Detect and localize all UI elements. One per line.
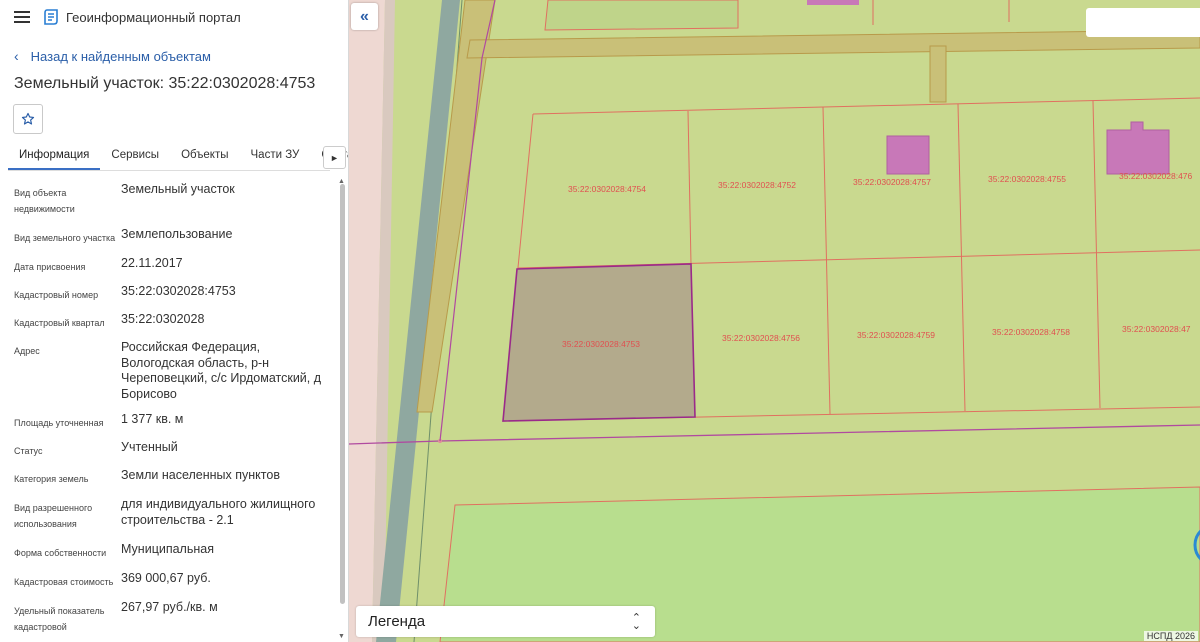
plot-label: 35:22:0302028:4758 bbox=[992, 327, 1070, 337]
info-row: Вид разрешенного использования для индив… bbox=[14, 497, 334, 532]
collapse-panel-button[interactable]: « bbox=[351, 3, 378, 30]
plot-label: 35:22:0302028:4753 bbox=[562, 339, 640, 349]
info-value: 22.11.2017 bbox=[121, 256, 183, 270]
plot-label: 35:22:0302028:476 bbox=[1119, 171, 1193, 181]
plot-label: 35:22:0302028:4755 bbox=[988, 174, 1066, 184]
info-value: 1 377 кв. м bbox=[121, 412, 184, 426]
info-value: Земли населенных пунктов bbox=[121, 468, 280, 482]
plot-label: 35:22:0302028:4756 bbox=[722, 333, 800, 343]
info-row: Вид земельного участка Землепользование bbox=[14, 227, 334, 246]
plot-label: 35:22:0302028:4757 bbox=[853, 177, 931, 187]
info-label: Форма собственности bbox=[14, 548, 107, 558]
chevron-updown-icon: ⌃ ⌄ bbox=[631, 611, 641, 632]
info-value: 369 000,67 руб. bbox=[121, 571, 211, 585]
info-list: Вид объекта недвижимости Земельный участ… bbox=[14, 182, 334, 642]
info-row: Дата присвоения 22.11.2017 bbox=[14, 256, 334, 275]
legend-label: Легенда bbox=[368, 613, 426, 630]
plot-label: 35:22:0302028:4752 bbox=[718, 180, 796, 190]
info-label: Категория земель bbox=[14, 474, 89, 484]
favorite-button[interactable] bbox=[13, 104, 43, 134]
info-label: Кадастровый номер bbox=[14, 290, 99, 300]
info-label: Дата присвоения bbox=[14, 262, 86, 272]
info-value: 267,97 руб./кв. м bbox=[121, 600, 218, 614]
plot-label: 35:22:0302028:47 bbox=[1122, 324, 1191, 334]
tab-parts[interactable]: Части ЗУ bbox=[240, 146, 311, 170]
map-canvas[interactable]: 35:22:0302028:4754 35:22:0302028:4752 35… bbox=[349, 0, 1200, 642]
map-search-box[interactable] bbox=[1086, 8, 1200, 37]
back-to-results-link[interactable]: ‹ Назад к найденным объектам bbox=[14, 48, 211, 64]
star-outline-icon bbox=[21, 112, 35, 125]
info-value: Учтенный bbox=[121, 440, 178, 454]
info-value: Российская Федерация, Вологодская област… bbox=[121, 340, 322, 401]
map-copyright: НСПД 2026 bbox=[1143, 631, 1198, 641]
info-row: Статус Учтенный bbox=[14, 440, 334, 459]
info-panel: Геоинформационный портал ‹ Назад к найде… bbox=[0, 0, 349, 642]
tab-info[interactable]: Информация bbox=[8, 146, 101, 170]
info-label: Вид разрешенного использования bbox=[14, 503, 93, 529]
scroll-down-icon[interactable]: ▼ bbox=[338, 633, 345, 640]
hamburger-icon[interactable] bbox=[14, 11, 30, 23]
info-value: Землепользование bbox=[121, 227, 233, 241]
info-label: Кадастровый квартал bbox=[14, 318, 105, 328]
legend-dropdown[interactable]: Легенда ⌃ ⌄ bbox=[356, 606, 655, 637]
portal-logo-icon bbox=[44, 9, 58, 25]
info-value: 35:22:0302028:4753 bbox=[121, 284, 236, 298]
info-row: Категория земель Земли населенных пункто… bbox=[14, 468, 334, 487]
info-row: Кадастровая стоимость 369 000,67 руб. bbox=[14, 571, 334, 590]
info-row: Удельный показатель кадастровой 267,97 р… bbox=[14, 600, 334, 635]
info-value: Земельный участок bbox=[121, 182, 235, 196]
building bbox=[886, 135, 930, 175]
page-title: Земельный участок: 35:22:0302028:4753 bbox=[14, 75, 316, 92]
info-row: Кадастровый квартал 35:22:0302028 bbox=[14, 312, 334, 331]
plot-label: 35:22:0302028:4759 bbox=[857, 330, 935, 340]
info-value: Муниципальная bbox=[121, 542, 214, 556]
top-bar: Геоинформационный портал bbox=[0, 0, 348, 34]
tab-bar: Информация Сервисы Объекты Части ЗУ Сост… bbox=[8, 146, 348, 171]
tabs-next-button[interactable]: ► bbox=[323, 146, 346, 169]
info-scrollbar[interactable]: ▲ ▼ bbox=[338, 178, 346, 642]
chevron-right-icon: ► bbox=[330, 152, 339, 163]
plot-label: 35:22:0302028:4754 bbox=[568, 184, 646, 194]
info-label: Вид земельного участка bbox=[14, 233, 116, 243]
info-label: Кадастровая стоимость bbox=[14, 577, 114, 587]
double-chevron-left-icon: « bbox=[360, 7, 369, 25]
info-row: Адрес Российская Федерация, Вологодская … bbox=[14, 340, 334, 402]
chevron-left-icon: ‹ bbox=[14, 48, 19, 64]
info-label: Вид объекта недвижимости bbox=[14, 188, 75, 214]
info-row: Кадастровый номер 35:22:0302028:4753 bbox=[14, 284, 334, 303]
info-row: Форма собственности Муниципальная bbox=[14, 542, 334, 561]
info-value: 35:22:0302028 bbox=[121, 312, 205, 326]
scroll-thumb[interactable] bbox=[340, 184, 345, 604]
back-link-label: Назад к найденным объектам bbox=[30, 48, 211, 64]
info-value: для индивидуального жилищного строительс… bbox=[121, 497, 316, 527]
cadastral-map[interactable]: 35:22:0302028:4754 35:22:0302028:4752 35… bbox=[349, 0, 1200, 642]
info-label: Площадь уточненная bbox=[14, 418, 104, 428]
info-label: Адрес bbox=[14, 346, 40, 356]
info-label: Удельный показатель кадастровой bbox=[14, 606, 105, 632]
tab-services[interactable]: Сервисы bbox=[100, 146, 170, 170]
app-title: Геоинформационный портал bbox=[66, 9, 241, 25]
info-label: Статус bbox=[14, 446, 43, 456]
tab-objects[interactable]: Объекты bbox=[170, 146, 239, 170]
info-row: Площадь уточненная 1 377 кв. м bbox=[14, 412, 334, 431]
info-row: Вид объекта недвижимости Земельный участ… bbox=[14, 182, 334, 217]
building bbox=[1106, 121, 1170, 175]
